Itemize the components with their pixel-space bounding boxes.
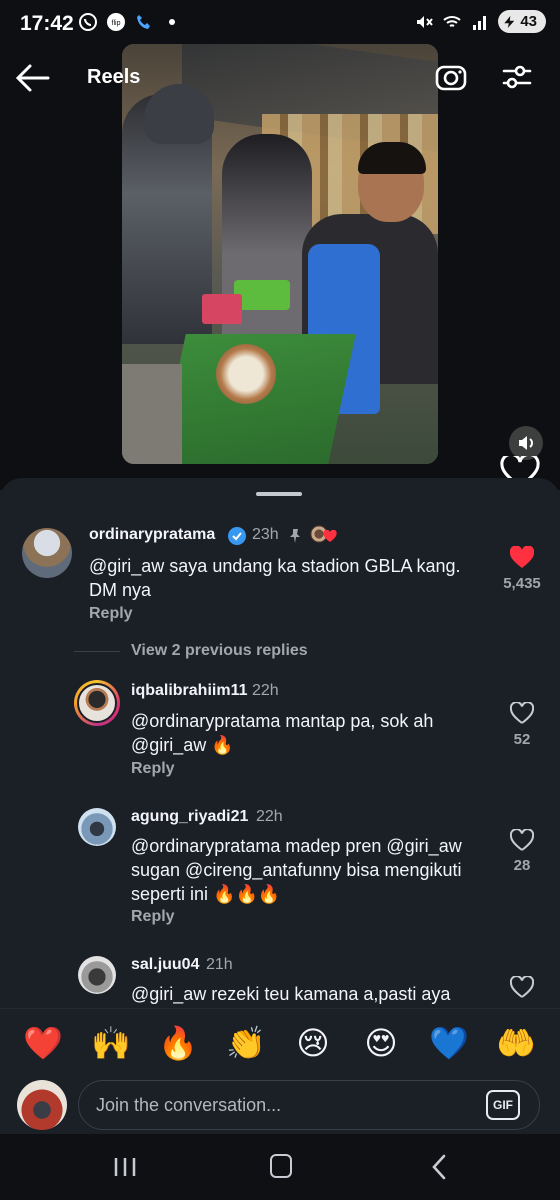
mini-heart-icon bbox=[323, 530, 337, 542]
emoji-crying-face[interactable]: 😢 bbox=[293, 1023, 333, 1063]
whatsapp-icon bbox=[79, 13, 97, 31]
video-scene-ground bbox=[122, 364, 182, 464]
back-arrow-icon[interactable] bbox=[14, 62, 50, 94]
my-avatar bbox=[17, 1080, 67, 1130]
heart-outline-icon[interactable] bbox=[510, 976, 534, 998]
reel-video[interactable] bbox=[122, 44, 438, 464]
reply-button[interactable]: Reply bbox=[131, 760, 175, 778]
pin-icon bbox=[290, 529, 300, 543]
comment-timestamp: 22h bbox=[256, 808, 283, 825]
comment-username[interactable]: agung_riyadi21 bbox=[131, 808, 248, 826]
mute-icon bbox=[417, 15, 434, 28]
speaker-icon bbox=[519, 436, 533, 450]
like-count: 5,435 bbox=[503, 575, 541, 592]
avatar[interactable] bbox=[22, 528, 72, 578]
recent-apps-icon[interactable] bbox=[112, 1156, 138, 1178]
comment-username[interactable]: iqbalibrahiim11 bbox=[131, 682, 247, 700]
emoji-clapping-hands[interactable]: 👏 bbox=[226, 1023, 266, 1063]
reply-button[interactable]: Reply bbox=[131, 908, 175, 926]
avatar[interactable] bbox=[74, 680, 120, 726]
view-previous-replies-button[interactable]: View 2 previous replies bbox=[131, 642, 308, 660]
comment-text: @giri_aw saya undang ka stadion GBLA kan… bbox=[89, 556, 461, 600]
status-bar: 17:42 flip 43 bbox=[0, 0, 560, 48]
comment-input-placeholder[interactable]: Join the conversation... bbox=[96, 1095, 281, 1116]
comment-username[interactable]: sal.juu04 bbox=[131, 956, 199, 974]
comment-timestamp: 22h bbox=[252, 682, 279, 699]
filter-icon[interactable] bbox=[500, 60, 534, 94]
reel-video-area: 17:42 flip 43 Reels bbox=[0, 0, 560, 490]
liked-by-creator-badge bbox=[309, 524, 339, 546]
comment-text: @giri_aw rezeki teu kamana a,pasti aya bbox=[131, 984, 451, 1004]
dot-icon bbox=[169, 19, 175, 25]
camera-icon[interactable] bbox=[434, 60, 468, 94]
page-title: Reels bbox=[87, 66, 141, 88]
emoji-raising-hands[interactable]: 🙌 bbox=[91, 1023, 131, 1063]
heart-filled-icon[interactable] bbox=[510, 546, 534, 568]
video-scene-tray bbox=[234, 280, 290, 310]
signal-icon bbox=[473, 15, 487, 30]
battery-indicator: 43 bbox=[498, 10, 546, 33]
emoji-heart-eyes[interactable]: 😍 bbox=[361, 1023, 401, 1063]
wifi-icon bbox=[443, 15, 461, 27]
status-time: 17:42 bbox=[20, 12, 74, 35]
nav-back-icon[interactable] bbox=[428, 1152, 450, 1182]
reply-button[interactable]: Reply bbox=[89, 605, 133, 623]
emoji-red-heart[interactable]: ❤️ bbox=[23, 1023, 63, 1063]
heart-outline-icon[interactable] bbox=[510, 702, 534, 724]
verified-badge-icon bbox=[228, 527, 246, 545]
emoji-fire[interactable]: 🔥 bbox=[158, 1023, 198, 1063]
notification-icons: flip bbox=[78, 12, 182, 32]
like-count: 52 bbox=[513, 731, 531, 748]
video-scene-food bbox=[216, 344, 276, 404]
gif-button[interactable]: GIF bbox=[486, 1090, 520, 1120]
like-count: 28 bbox=[513, 857, 531, 874]
emoji-blue-heart[interactable]: 💙 bbox=[429, 1023, 469, 1063]
quick-emoji-bar: ❤️ 🙌 🔥 👏 😢 😍 💙 🤲 bbox=[0, 1008, 560, 1076]
avatar[interactable] bbox=[78, 956, 116, 994]
avatar[interactable] bbox=[78, 808, 116, 846]
flip-icon: flip bbox=[107, 13, 125, 31]
svg-text:flip: flip bbox=[112, 20, 121, 27]
comment-composer: Join the conversation... GIF bbox=[0, 1076, 560, 1134]
comment-username[interactable]: ordinarypratama bbox=[89, 526, 215, 544]
heart-outline-icon[interactable] bbox=[510, 829, 534, 851]
emoji-palms-up[interactable]: 🤲 bbox=[496, 1023, 536, 1063]
system-icons: 43 bbox=[414, 10, 546, 33]
comment-text: @ordinarypratama mantap pa, sok ah @giri… bbox=[131, 711, 434, 755]
comment-timestamp: 23h bbox=[252, 526, 279, 543]
comment-text: @ordinarypratama madep pren @giri_aw sug… bbox=[131, 836, 462, 904]
video-scene-box bbox=[202, 294, 242, 324]
sound-toggle-button[interactable] bbox=[509, 426, 543, 460]
replies-divider bbox=[74, 651, 120, 652]
home-icon[interactable] bbox=[270, 1154, 292, 1178]
sheet-drag-handle[interactable] bbox=[256, 492, 302, 496]
phone-icon bbox=[137, 15, 150, 29]
comment-timestamp: 21h bbox=[206, 956, 233, 973]
reels-header: Reels bbox=[0, 56, 560, 100]
system-nav-bar bbox=[0, 1134, 560, 1200]
